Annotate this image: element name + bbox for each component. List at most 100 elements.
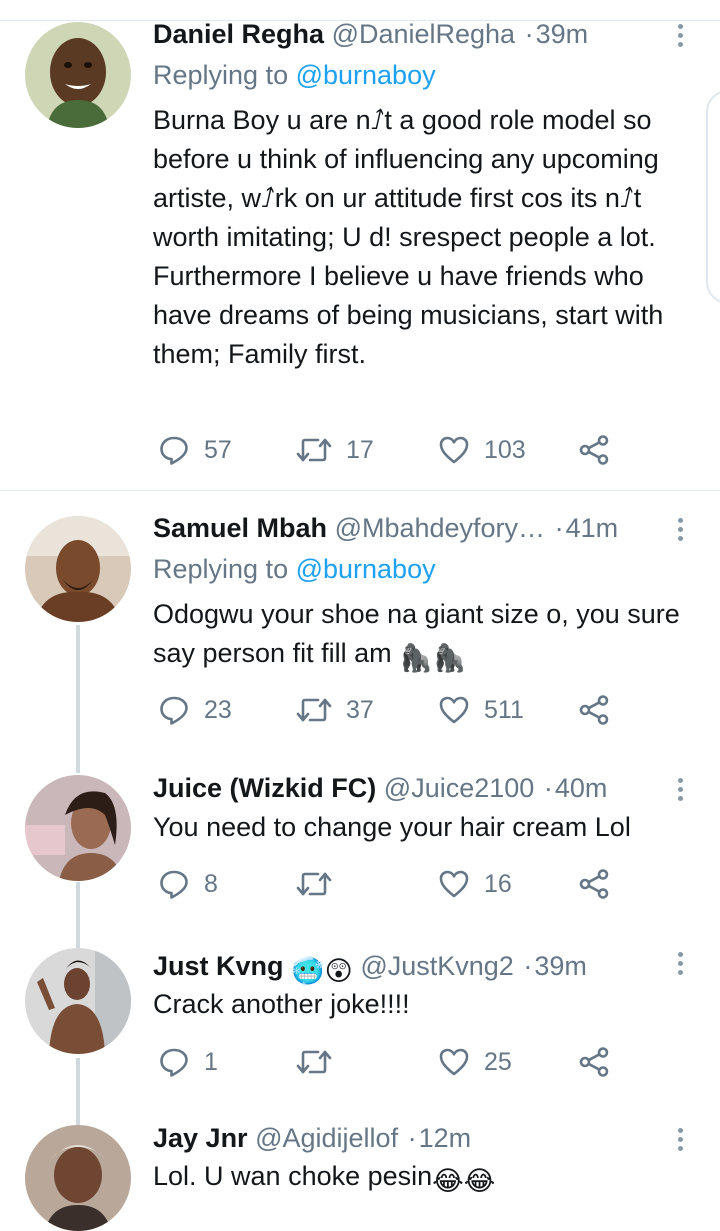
heart-icon — [438, 1046, 470, 1078]
user-handle[interactable]: @Mbahdeyfory… — [335, 513, 546, 543]
tweet-actions: 1 25 — [158, 1044, 658, 1080]
user-handle[interactable]: @Agidijellof — [255, 1123, 398, 1153]
display-name[interactable]: Samuel Mbah — [153, 513, 327, 543]
avatar[interactable] — [25, 775, 131, 881]
tweet[interactable]: Daniel Regha @DanielRegha ·39m Replying … — [0, 0, 720, 490]
tweet-text-body: Lol. U wan choke pesin — [153, 1161, 433, 1191]
retweet-icon — [296, 1046, 332, 1078]
user-handle[interactable]: @JustKvng2 — [360, 951, 513, 981]
laughing-emoji: 😂😂 — [432, 1166, 496, 1196]
gorilla-emoji: 🦍🦍 — [399, 643, 467, 673]
separator-dot: · — [554, 513, 564, 543]
share-button[interactable] — [578, 432, 610, 468]
more-vertical-icon[interactable] — [676, 1128, 686, 1155]
tweet-header: Jay Jnr @Agidijellof ·12m — [153, 1122, 660, 1154]
user-handle[interactable]: @Juice2100 — [384, 773, 535, 803]
tweet-header: Samuel Mbah @Mbahdeyfory… ·41m — [153, 512, 660, 544]
retweet-button[interactable]: 17 — [296, 432, 374, 468]
separator-dot: · — [524, 19, 534, 49]
tweet[interactable]: Juice (Wizkid FC) @Juice2100 ·40m You ne… — [0, 751, 720, 926]
reply-icon — [158, 1046, 190, 1078]
reply-count: 57 — [204, 435, 232, 464]
reply-count: 23 — [204, 695, 232, 724]
retweet-icon — [296, 694, 332, 726]
share-icon — [578, 1046, 610, 1078]
display-name[interactable]: Daniel Regha — [153, 19, 324, 49]
share-button[interactable] — [578, 692, 610, 728]
reply-button[interactable]: 1 — [158, 1044, 218, 1080]
retweet-count: 37 — [346, 695, 374, 724]
share-icon — [578, 868, 610, 900]
tweet-actions: 23 37 511 — [158, 692, 658, 728]
reply-button[interactable]: 57 — [158, 432, 232, 468]
retweet-icon — [296, 434, 332, 466]
reply-count: 8 — [204, 869, 218, 898]
like-button[interactable]: 25 — [438, 1044, 512, 1080]
tweet-text: Crack another joke!!!! — [153, 989, 410, 1019]
tweet[interactable]: Just Kvng 🥶😲 @JustKvng2 ·39m Crack anoth… — [0, 926, 720, 1101]
retweet-count: 17 — [346, 435, 374, 464]
more-vertical-icon[interactable] — [676, 952, 686, 979]
separator-dot: · — [523, 951, 533, 981]
tweet-text: Burna Boy u are n⭜t a good role model so… — [153, 105, 664, 369]
reply-button[interactable]: 23 — [158, 692, 232, 728]
retweet-icon — [296, 868, 332, 900]
like-count: 16 — [484, 869, 512, 898]
more-vertical-icon[interactable] — [676, 24, 686, 51]
tweet-actions: 57 17 103 — [158, 432, 658, 468]
heart-icon — [438, 434, 470, 466]
avatar[interactable] — [25, 516, 131, 622]
timestamp[interactable]: 39m — [534, 951, 587, 981]
timestamp[interactable]: 41m — [566, 513, 619, 543]
avatar[interactable] — [25, 22, 131, 128]
share-button[interactable] — [578, 866, 610, 902]
tweet-actions: 8 16 — [158, 866, 658, 902]
reply-count: 1 — [204, 1047, 218, 1076]
timestamp[interactable]: 39m — [536, 19, 589, 49]
share-button[interactable] — [578, 1044, 610, 1080]
timestamp[interactable]: 12m — [419, 1123, 472, 1153]
more-vertical-icon[interactable] — [676, 778, 686, 805]
tweet-text: Odogwu your shoe na giant size o, you su… — [153, 595, 693, 678]
tweet[interactable]: Jay Jnr @Agidijellof ·12m Lol. U wan cho… — [0, 1101, 720, 1231]
like-count: 511 — [484, 695, 524, 724]
display-name[interactable]: Just Kvng — [153, 951, 291, 981]
like-count: 25 — [484, 1047, 512, 1076]
share-icon — [578, 434, 610, 466]
tweet-header: Just Kvng 🥶😲 @JustKvng2 ·39m — [153, 950, 660, 987]
replying-label: Replying to — [153, 60, 296, 90]
tweet-text: You need to change your hair cream Lol — [153, 812, 631, 842]
name-emoji: 🥶😲 — [291, 956, 353, 986]
tweet[interactable]: Samuel Mbah @Mbahdeyfory… ·41m Replying … — [0, 491, 720, 751]
timestamp[interactable]: 40m — [555, 773, 608, 803]
mention-link[interactable]: @burnaboy — [296, 60, 436, 90]
heart-icon — [438, 868, 470, 900]
avatar[interactable] — [25, 948, 131, 1054]
replying-to: Replying to @burnaboy — [153, 553, 436, 585]
retweet-button[interactable]: 37 — [296, 692, 374, 728]
like-count: 103 — [484, 435, 526, 464]
mention-link[interactable]: @burnaboy — [296, 554, 436, 584]
replying-to: Replying to @burnaboy — [153, 59, 436, 91]
display-name[interactable]: Jay Jnr — [153, 1123, 248, 1153]
separator-dot: · — [543, 773, 553, 803]
like-button[interactable]: 103 — [438, 432, 526, 468]
like-button[interactable]: 16 — [438, 866, 512, 902]
user-handle[interactable]: @DanielRegha — [332, 19, 516, 49]
retweet-button[interactable] — [296, 1044, 332, 1080]
separator-dot: · — [407, 1123, 417, 1153]
display-name[interactable]: Juice (Wizkid FC) — [153, 773, 376, 803]
tweet-header: Juice (Wizkid FC) @Juice2100 ·40m — [153, 772, 660, 804]
share-icon — [578, 694, 610, 726]
reply-icon — [158, 434, 190, 466]
retweet-button[interactable] — [296, 866, 332, 902]
heart-icon — [438, 694, 470, 726]
more-vertical-icon[interactable] — [676, 518, 686, 545]
tweet-header: Daniel Regha @DanielRegha ·39m — [153, 18, 660, 50]
reply-button[interactable]: 8 — [158, 866, 218, 902]
like-button[interactable]: 511 — [438, 692, 524, 728]
avatar[interactable] — [25, 1125, 131, 1231]
reply-icon — [158, 694, 190, 726]
replying-label: Replying to — [153, 554, 296, 584]
reply-icon — [158, 868, 190, 900]
